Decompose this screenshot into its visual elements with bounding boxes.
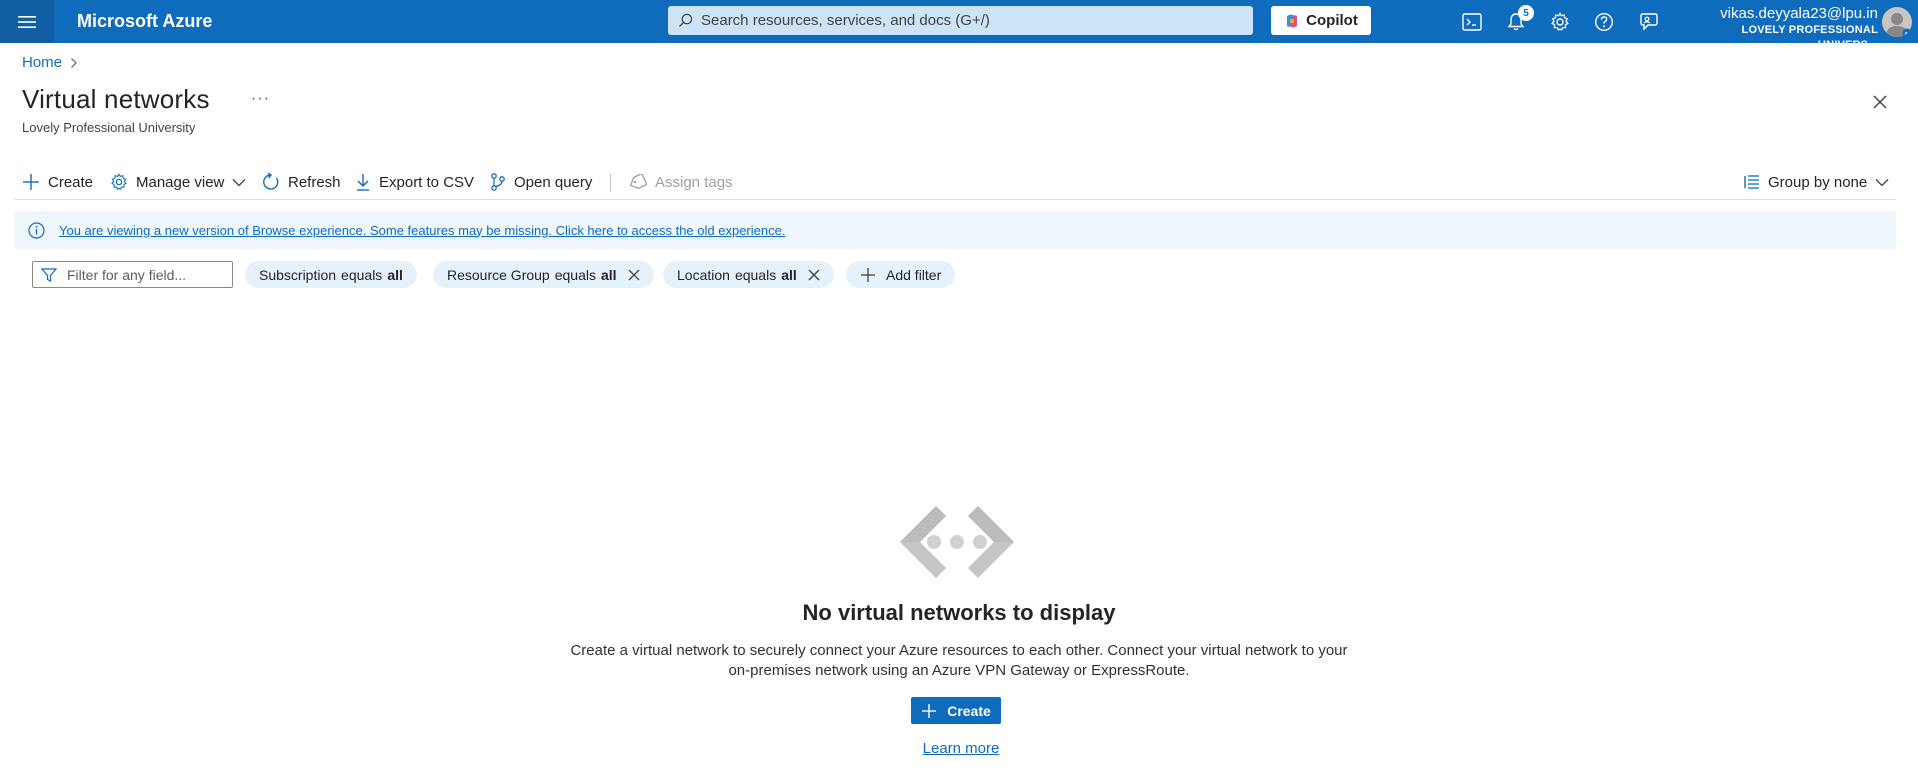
top-bar: Microsoft Azure Search resources, servic… — [0, 0, 1918, 51]
download-icon — [357, 174, 369, 191]
breadcrumb: Home — [22, 54, 78, 71]
refresh-label: Refresh — [288, 173, 341, 191]
page-subtitle: Lovely Professional University — [22, 120, 196, 135]
plus-icon — [23, 174, 39, 190]
assign-tags-label: Assign tags — [655, 173, 733, 191]
filter-icon — [41, 267, 57, 282]
empty-state-description: Create a virtual network to securely con… — [570, 642, 1348, 679]
breadcrumb-home-link[interactable]: Home — [22, 54, 62, 71]
open-query-label: Open query — [514, 173, 593, 191]
account-menu[interactable]: vikas.deyyala23@lpu.in LOVELY PROFESSION… — [1690, 0, 1878, 51]
cloud-shell-icon — [1462, 12, 1482, 31]
subscription-filter-operator: equals — [341, 266, 383, 283]
info-icon — [28, 221, 45, 239]
resource-group-filter-value: all — [600, 266, 617, 283]
location-filter-field: Location — [677, 266, 730, 283]
copilot-label: Copilot — [1306, 12, 1358, 29]
feedback-icon — [1640, 12, 1658, 31]
group-by-label: Group by none — [1768, 173, 1868, 191]
add-filter-label: Add filter — [886, 266, 942, 283]
command-separator — [610, 174, 611, 192]
feedback-button[interactable] — [1627, 0, 1671, 43]
subscription-filter-field: Subscription — [259, 266, 337, 283]
chevron-right-icon — [71, 57, 77, 68]
copilot-icon — [1287, 14, 1298, 27]
close-icon — [808, 269, 820, 280]
close-icon — [1873, 95, 1887, 109]
resource-group-filter-field: Resource Group — [447, 266, 550, 283]
help-button[interactable] — [1582, 0, 1626, 43]
more-actions-button[interactable]: ··· — [251, 90, 270, 108]
info-banner: You are viewing a new version of Browse … — [14, 211, 1896, 249]
close-icon — [628, 269, 640, 280]
query-icon — [491, 173, 505, 191]
account-organization: LOVELY PROFESSIONAL UNIVERS... — [1741, 24, 1878, 51]
export-csv-button[interactable]: Export to CSV — [355, 168, 474, 196]
search-placeholder: Search resources, services, and docs (G+… — [701, 12, 990, 29]
help-icon — [1594, 12, 1614, 31]
export-csv-label: Export to CSV — [379, 173, 475, 191]
location-filter-pill[interactable]: Location equals all — [663, 261, 834, 288]
chevron-down-icon — [232, 178, 246, 186]
search-icon — [678, 13, 693, 28]
remove-location-filter-button[interactable] — [808, 269, 820, 281]
open-query-button[interactable]: Open query — [490, 168, 592, 196]
close-blade-button[interactable] — [1868, 90, 1892, 114]
filter-placeholder: Filter for any field... — [67, 266, 187, 283]
portal-brand[interactable]: Microsoft Azure — [77, 0, 212, 43]
gear-icon — [111, 173, 127, 190]
location-filter-value: all — [781, 266, 797, 283]
remove-resource-group-filter-button[interactable] — [628, 269, 640, 281]
portal-menu-button[interactable] — [0, 0, 54, 43]
cloud-shell-button[interactable] — [1450, 0, 1494, 43]
subscription-filter-value: all — [387, 266, 403, 283]
command-bar: Create Manage view Refresh Export to CSV… — [14, 164, 1896, 200]
plus-icon — [861, 267, 875, 282]
page-title: Virtual networks — [22, 84, 210, 114]
avatar-icon — [1886, 13, 1912, 37]
notification-count-badge: 5 — [1518, 5, 1534, 21]
resource-group-filter-operator: equals — [554, 266, 596, 283]
chevron-down-icon — [1875, 178, 1889, 186]
resource-group-filter-pill[interactable]: Resource Group equals all — [433, 261, 654, 288]
manage-view-button[interactable]: Manage view — [110, 168, 246, 196]
learn-more-link[interactable]: Learn more — [0, 740, 1918, 757]
refresh-button[interactable]: Refresh — [262, 168, 341, 196]
menu-icon — [18, 15, 36, 28]
refresh-icon — [263, 173, 279, 190]
manage-view-label: Manage view — [136, 173, 225, 191]
avatar[interactable] — [1882, 7, 1912, 37]
virtual-network-icon — [900, 506, 1014, 578]
settings-button[interactable] — [1538, 0, 1582, 43]
assign-tags-button[interactable]: Assign tags — [629, 168, 733, 196]
create-button[interactable]: Create — [22, 168, 93, 196]
empty-state-create-button[interactable]: Create — [911, 697, 1001, 724]
filter-input[interactable]: Filter for any field... — [32, 261, 233, 288]
copilot-button[interactable]: Copilot — [1271, 6, 1371, 35]
create-label: Create — [48, 173, 94, 191]
gear-icon — [1551, 11, 1569, 31]
group-by-dropdown[interactable]: Group by none — [1744, 168, 1889, 196]
subscription-filter-pill[interactable]: Subscription equals all — [245, 261, 417, 288]
empty-state-title: No virtual networks to display — [802, 600, 1116, 625]
notifications-button[interactable]: 5 — [1494, 0, 1538, 43]
location-filter-operator: equals — [734, 266, 777, 283]
tag-icon — [629, 174, 647, 189]
add-filter-button[interactable]: Add filter — [846, 261, 956, 288]
account-email: vikas.deyyala23@lpu.in — [1720, 5, 1878, 22]
empty-state-create-label: Create — [947, 702, 991, 719]
list-icon — [1744, 175, 1759, 189]
global-search-input[interactable]: Search resources, services, and docs (G+… — [668, 6, 1253, 35]
plus-icon — [922, 703, 937, 718]
old-experience-link[interactable]: You are viewing a new version of Browse … — [59, 223, 785, 238]
